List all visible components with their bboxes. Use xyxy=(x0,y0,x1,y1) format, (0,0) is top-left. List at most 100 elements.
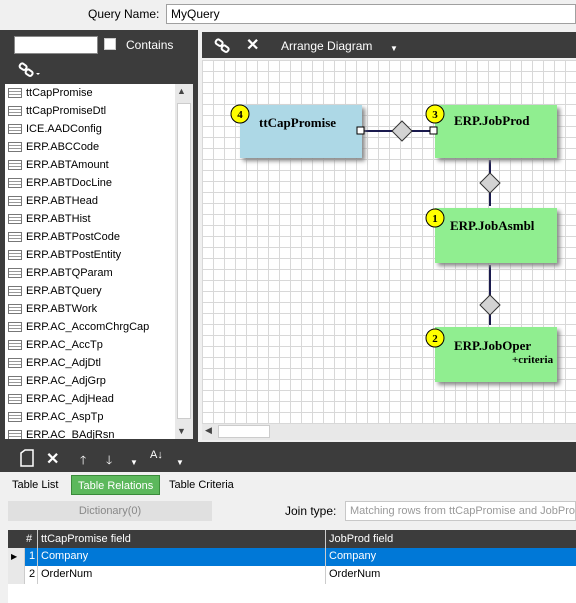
relations-toolbar xyxy=(0,446,576,472)
list-item[interactable]: ERP.ABTPostEntity xyxy=(5,246,175,264)
table-name: ERP.AC_AspTp xyxy=(26,411,104,423)
relation-diamond xyxy=(391,120,413,142)
new-icon[interactable] xyxy=(20,449,34,470)
table-name: ERP.ABTQParam xyxy=(26,267,113,279)
tab-table-list[interactable]: Table List xyxy=(6,475,64,495)
list-item[interactable]: ERP.AC_AdjHead xyxy=(5,390,175,408)
list-item[interactable]: ERP.AC_BAdjRsn xyxy=(5,426,175,439)
right-field-cell[interactable]: OrderNum xyxy=(329,568,380,580)
arrange-diagram-button[interactable]: Arrange Diagram xyxy=(281,39,372,53)
table-icon xyxy=(8,304,22,314)
contains-checkbox[interactable] xyxy=(104,38,116,50)
link-icon[interactable] xyxy=(214,38,234,57)
table-icon xyxy=(8,178,22,188)
node-title: ERP.JobAsmbl xyxy=(450,218,535,233)
list-item[interactable]: ERP.ABTQParam xyxy=(5,264,175,282)
table-name: ERP.AC_AdjHead xyxy=(26,393,114,405)
dictionary-button[interactable]: Dictionary(0) xyxy=(8,501,212,521)
scroll-down-icon[interactable]: ▼ xyxy=(177,426,186,436)
list-item[interactable]: ERP.ABTAmount xyxy=(5,156,175,174)
scrollbar-thumb[interactable] xyxy=(177,103,191,419)
table-name: ERP.ABTPostEntity xyxy=(26,249,122,261)
tab-table-criteria[interactable]: Table Criteria xyxy=(163,475,240,495)
move-down-icon[interactable]: 🡓 xyxy=(106,451,112,472)
query-name-input[interactable]: MyQuery xyxy=(166,4,576,24)
link-icon[interactable] xyxy=(18,62,42,81)
scrollbar-thumb[interactable] xyxy=(218,425,270,438)
list-item[interactable]: ERP.ABTHead xyxy=(5,192,175,210)
badge-number: 2 xyxy=(432,333,438,345)
row-number: 2 xyxy=(29,568,36,580)
delete-icon[interactable]: ✕ xyxy=(46,449,59,469)
left-field-cell[interactable]: OrderNum xyxy=(41,568,92,580)
list-item[interactable]: ttCapPromise xyxy=(5,84,175,102)
table-list[interactable]: ttCapPromise ttCapPromiseDtl ICE.AADConfig… xyxy=(5,84,175,439)
list-item[interactable]: ERP.ABTQuery xyxy=(5,282,175,300)
table-name: ERP.ABCCode xyxy=(26,141,100,153)
table-name: ERP.AC_AccTp xyxy=(26,339,103,351)
table-row[interactable]: ▶ 1 Company Company xyxy=(8,548,576,566)
table-icon xyxy=(8,250,22,260)
chevron-down-icon[interactable]: ▼ xyxy=(130,458,138,467)
scroll-up-icon[interactable]: ▲ xyxy=(177,86,186,96)
table-name: ttCapPromise xyxy=(26,87,93,99)
column-header[interactable]: ttCapPromise field xyxy=(41,533,131,545)
node-title: ttCapPromise xyxy=(259,115,336,130)
table-name: ERP.ABTHead xyxy=(26,195,98,207)
relation-diamond xyxy=(479,172,501,194)
table-icon xyxy=(8,412,22,422)
table-name: ERP.AC_AdjDtl xyxy=(26,357,101,369)
delete-icon[interactable]: ✕ xyxy=(246,35,259,55)
table-icon xyxy=(8,160,22,170)
list-item[interactable]: ERP.ABCCode xyxy=(5,138,175,156)
move-up-icon[interactable]: 🡑 xyxy=(80,451,86,472)
right-field-cell[interactable]: Company xyxy=(329,550,376,562)
row-selector[interactable] xyxy=(8,566,25,584)
list-item[interactable]: ERP.AC_AccomChrgCap xyxy=(5,318,175,336)
list-item[interactable]: ERP.ABTPostCode xyxy=(5,228,175,246)
table-icon xyxy=(8,88,22,98)
table-icon xyxy=(8,394,22,404)
list-item[interactable]: ERP.AC_AccTp xyxy=(5,336,175,354)
table-name: ICE.AADConfig xyxy=(26,123,102,135)
table-name: ERP.AC_AdjGrp xyxy=(26,375,106,387)
join-type-select[interactable]: Matching rows from ttCapPromise and JobP… xyxy=(345,501,576,521)
query-name-label: Query Name: xyxy=(88,7,160,21)
chevron-down-icon[interactable]: ▼ xyxy=(390,44,398,53)
list-item[interactable]: ERP.AC_AdjDtl xyxy=(5,354,175,372)
badge-number: 1 xyxy=(432,213,438,225)
table-row[interactable]: 2 OrderNum OrderNum xyxy=(8,566,576,584)
list-item[interactable]: ERP.ABTHist xyxy=(5,210,175,228)
node-title: ERP.JobOper xyxy=(454,338,531,353)
table-icon xyxy=(8,286,22,296)
table-icon xyxy=(8,430,22,439)
node-title: ERP.JobProd xyxy=(454,113,530,128)
list-item[interactable]: ERP.ABTDocLine xyxy=(5,174,175,192)
sort-icon[interactable]: A↓ xyxy=(150,449,163,461)
table-icon xyxy=(8,340,22,350)
relation-diamond xyxy=(479,294,501,316)
chevron-down-icon[interactable]: ▼ xyxy=(176,458,184,467)
table-name: ERP.ABTHist xyxy=(26,213,91,225)
list-item[interactable]: ttCapPromiseDtl xyxy=(5,102,175,120)
table-icon xyxy=(8,268,22,278)
table-search-input[interactable] xyxy=(14,36,98,54)
column-header[interactable]: JobProd field xyxy=(329,533,393,545)
grid-line xyxy=(37,530,38,584)
table-icon xyxy=(8,376,22,386)
list-item[interactable]: ERP.AC_AdjGrp xyxy=(5,372,175,390)
badge-number: 3 xyxy=(432,109,438,121)
contains-label: Contains xyxy=(126,38,174,52)
list-item[interactable]: ERP.AC_AspTp xyxy=(5,408,175,426)
scroll-left-icon[interactable]: ◀ xyxy=(205,425,212,436)
table-icon xyxy=(8,196,22,206)
tab-table-relations[interactable]: Table Relations xyxy=(71,475,161,495)
join-type-label: Join type: xyxy=(285,504,337,518)
list-item[interactable]: ICE.AADConfig xyxy=(5,120,175,138)
table-icon xyxy=(8,232,22,242)
diagram-canvas[interactable]: 4 3 1 2 ttCapPromise ERP.JobProd ERP.Job… xyxy=(202,60,576,424)
left-field-cell[interactable]: Company xyxy=(41,550,88,562)
list-item[interactable]: ERP.ABTWork xyxy=(5,300,175,318)
table-name: ERP.ABTAmount xyxy=(26,159,109,171)
table-name: ttCapPromiseDtl xyxy=(26,105,107,117)
